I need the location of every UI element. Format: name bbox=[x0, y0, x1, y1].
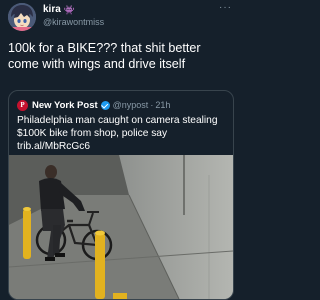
avatar[interactable] bbox=[8, 3, 36, 31]
verified-badge-icon bbox=[100, 100, 110, 110]
alien-monster-icon: 👾 bbox=[63, 5, 76, 15]
quoted-handle[interactable]: @nypost bbox=[113, 100, 149, 110]
tweet-header: kira 👾 @kirawontmiss ··· bbox=[8, 3, 234, 33]
display-name-text[interactable]: kira bbox=[43, 4, 61, 16]
separator-dot: · bbox=[150, 100, 154, 110]
surveillance-photo[interactable] bbox=[9, 155, 233, 299]
author-handle[interactable]: @kirawontmiss bbox=[43, 16, 104, 28]
surveillance-photo-scene bbox=[9, 155, 233, 299]
quoted-tweet[interactable]: P New York Post @nypost · 21h Philadelph… bbox=[8, 90, 234, 300]
quoted-tweet-text: Philadelphia man caught on camera steali… bbox=[17, 115, 218, 152]
tweet-card[interactable]: kira 👾 @kirawontmiss ··· 100k for a BIKE… bbox=[0, 0, 240, 300]
tweet-text: 100k for a BIKE??? that shit better come… bbox=[8, 41, 201, 71]
nypost-logo-icon: P bbox=[17, 99, 28, 111]
quoted-tweet-header: P New York Post @nypost · 21h bbox=[17, 99, 170, 111]
more-horizontal-icon[interactable]: ··· bbox=[219, 3, 232, 13]
quoted-timestamp[interactable]: 21h bbox=[155, 100, 170, 110]
avatar-image bbox=[8, 3, 36, 31]
quoted-source-name[interactable]: New York Post bbox=[32, 100, 98, 111]
display-name[interactable]: kira 👾 bbox=[43, 4, 104, 16]
author-names: kira 👾 @kirawontmiss bbox=[43, 4, 104, 28]
